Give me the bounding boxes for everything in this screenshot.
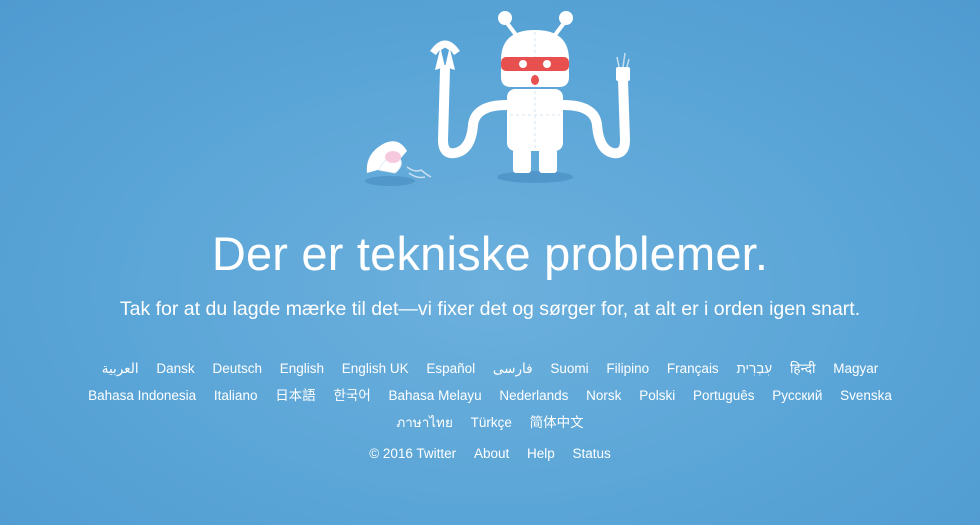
language-link-simplified-chinese[interactable]: 简体中文 bbox=[530, 415, 584, 430]
language-row-1: العربية Dansk Deutsch English English UK… bbox=[40, 355, 940, 382]
broken-robot-icon bbox=[355, 5, 635, 190]
about-link[interactable]: About bbox=[474, 446, 509, 461]
language-link-norwegian[interactable]: Norsk bbox=[586, 388, 621, 403]
language-link-malay[interactable]: Bahasa Melayu bbox=[389, 388, 482, 403]
status-link[interactable]: Status bbox=[573, 446, 611, 461]
language-link-french[interactable]: Français bbox=[667, 361, 719, 376]
language-link-polish[interactable]: Polski bbox=[639, 388, 675, 403]
language-link-spanish[interactable]: Español bbox=[426, 361, 475, 376]
language-link-german[interactable]: Deutsch bbox=[212, 361, 262, 376]
help-link[interactable]: Help bbox=[527, 446, 555, 461]
language-link-hebrew[interactable]: עִבְרִית bbox=[736, 361, 772, 376]
language-link-farsi[interactable]: فارسی bbox=[493, 361, 533, 376]
language-link-italian[interactable]: Italiano bbox=[214, 388, 258, 403]
language-link-thai[interactable]: ภาษาไทย bbox=[396, 415, 453, 430]
language-link-english[interactable]: English bbox=[280, 361, 324, 376]
language-link-hungarian[interactable]: Magyar bbox=[833, 361, 878, 376]
error-message: Tak for at du lagde mærke til det—vi fix… bbox=[119, 298, 861, 320]
language-link-dutch[interactable]: Nederlands bbox=[499, 388, 568, 403]
language-link-japanese[interactable]: 日本語 bbox=[275, 388, 316, 403]
language-link-finnish[interactable]: Suomi bbox=[550, 361, 588, 376]
language-link-turkish[interactable]: Türkçe bbox=[471, 415, 512, 430]
language-row-2: Bahasa Indonesia Italiano 日本語 한국어 Bahasa… bbox=[40, 382, 940, 409]
language-link-danish[interactable]: Dansk bbox=[156, 361, 194, 376]
language-link-russian[interactable]: Русский bbox=[772, 388, 822, 403]
copyright-text: © 2016 Twitter bbox=[369, 446, 457, 461]
language-link-korean[interactable]: 한국어 bbox=[334, 388, 371, 403]
language-link-english-uk[interactable]: English UK bbox=[342, 361, 409, 376]
error-headline: Der er tekniske problemer. bbox=[211, 227, 769, 280]
language-link-swedish[interactable]: Svenska bbox=[840, 388, 892, 403]
footer: © 2016 Twitter About Help Status bbox=[0, 442, 980, 466]
language-link-hindi[interactable]: हिन्दी bbox=[790, 361, 816, 376]
language-link-portuguese[interactable]: Português bbox=[693, 388, 755, 403]
language-list: العربية Dansk Deutsch English English UK… bbox=[40, 355, 940, 436]
language-link-arabic[interactable]: العربية bbox=[102, 361, 139, 376]
language-link-indonesian[interactable]: Bahasa Indonesia bbox=[88, 388, 196, 403]
language-row-3: ภาษาไทย Türkçe 简体中文 bbox=[40, 409, 940, 436]
language-link-filipino[interactable]: Filipino bbox=[606, 361, 649, 376]
